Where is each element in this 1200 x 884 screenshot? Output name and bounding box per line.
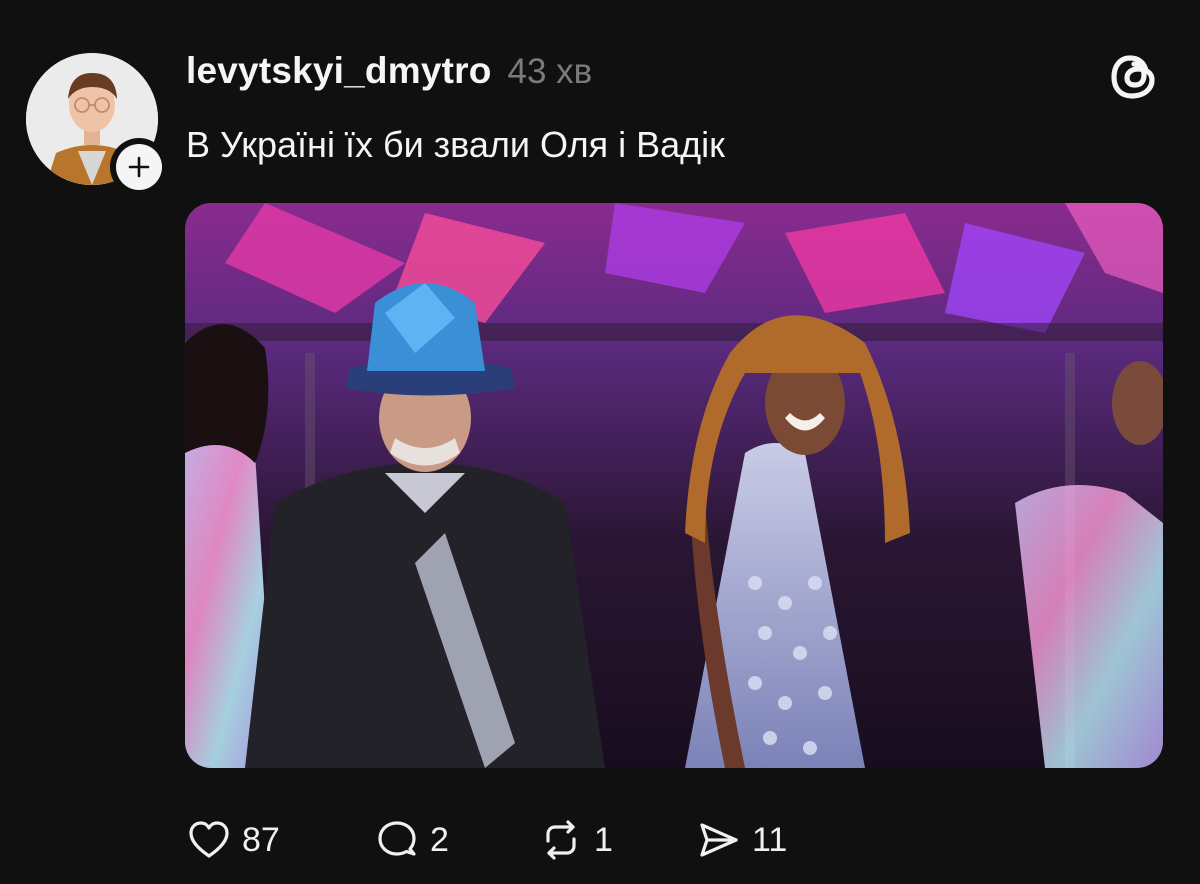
share-count: 11	[752, 820, 788, 859]
follow-button[interactable]	[110, 138, 168, 196]
like-button[interactable]: 87	[186, 817, 374, 863]
username[interactable]: levytskyi_dmytro	[186, 50, 492, 92]
send-arrow-icon	[700, 823, 738, 857]
like-count: 87	[242, 820, 280, 859]
reply-button[interactable]: 2	[374, 817, 538, 863]
post-image[interactable]	[185, 203, 1163, 768]
post-actions: 87 2 1 11	[186, 812, 826, 868]
speech-bubble-icon	[378, 821, 416, 856]
post-header: levytskyi_dmytro 43 хв	[186, 50, 592, 98]
repost-button[interactable]: 1	[538, 817, 696, 863]
heart-icon	[189, 821, 229, 858]
reply-count: 2	[430, 820, 449, 859]
share-button[interactable]: 11	[696, 817, 826, 863]
timestamp: 43 хв	[507, 52, 593, 91]
repost-arrows-icon	[546, 820, 576, 860]
threads-logo-icon[interactable]	[1108, 50, 1162, 104]
threads-post: levytskyi_dmytro 43 хв В Україні їх би з…	[0, 0, 1200, 884]
post-text: В Україні їх би звали Оля і Вадік	[186, 124, 725, 165]
repost-count: 1	[594, 820, 613, 859]
plus-icon	[128, 156, 150, 178]
stage-photo	[185, 203, 1163, 768]
